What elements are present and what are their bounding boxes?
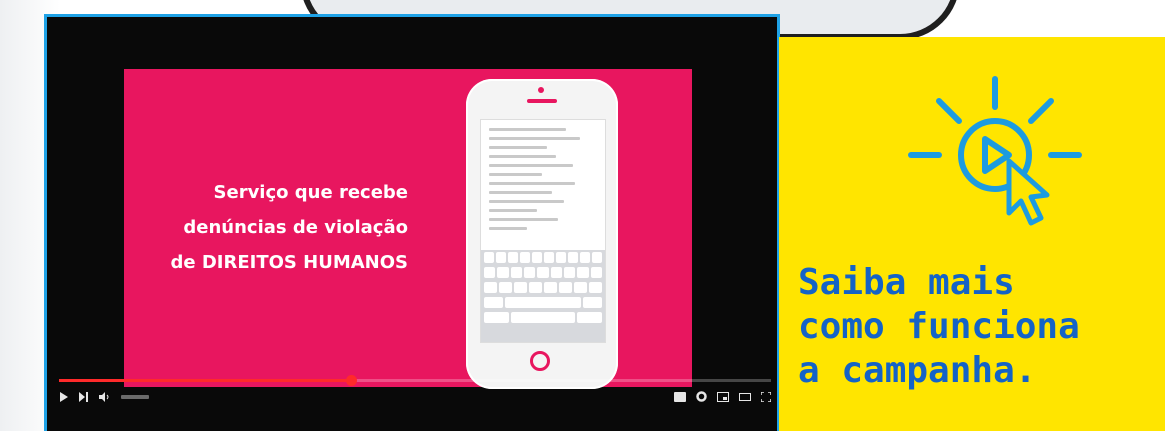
play-click-icon[interactable] [905, 73, 1085, 233]
cta-line-1: Saiba mais [798, 262, 1015, 303]
time-display [121, 393, 149, 403]
cta-heading[interactable]: Saiba mais como funciona a campanha. [798, 261, 1158, 393]
phone-home-button [530, 351, 550, 371]
slide-line-2: denúncias de violação [183, 217, 408, 238]
slide-line-3: de DIREITOS HUMANOS [170, 252, 408, 273]
progress-fill [59, 379, 351, 382]
campaign-cta-panel[interactable]: Saiba mais como funciona a campanha. [779, 37, 1165, 431]
video-slide: Serviço que recebe denúncias de violação… [124, 69, 692, 389]
phone-mockup [466, 79, 618, 389]
next-icon[interactable] [79, 391, 89, 405]
progress-scrubber[interactable] [345, 375, 357, 386]
chat-messages [489, 128, 585, 236]
volume-icon[interactable] [99, 391, 111, 405]
phone-screen [480, 119, 606, 343]
fullscreen-icon[interactable] [760, 390, 772, 405]
play-icon[interactable] [59, 391, 69, 405]
phone-camera [538, 87, 544, 93]
cta-line-3: a campanha. [798, 350, 1037, 391]
theater-icon[interactable] [739, 392, 751, 405]
slide-caption: Serviço que recebe denúncias de violação… [168, 175, 408, 280]
phone-keyboard [481, 250, 605, 342]
subtitles-icon[interactable] [674, 391, 686, 405]
video-controls [59, 387, 772, 409]
phone-speaker [527, 99, 557, 103]
cta-line-2: como funciona [798, 306, 1080, 347]
settings-icon[interactable] [696, 391, 707, 405]
video-progress-bar[interactable] [59, 375, 771, 386]
miniplayer-icon[interactable] [717, 391, 729, 405]
video-player[interactable]: Serviço que recebe denúncias de violação… [44, 14, 780, 431]
slide-line-1: Serviço que recebe [213, 182, 408, 203]
